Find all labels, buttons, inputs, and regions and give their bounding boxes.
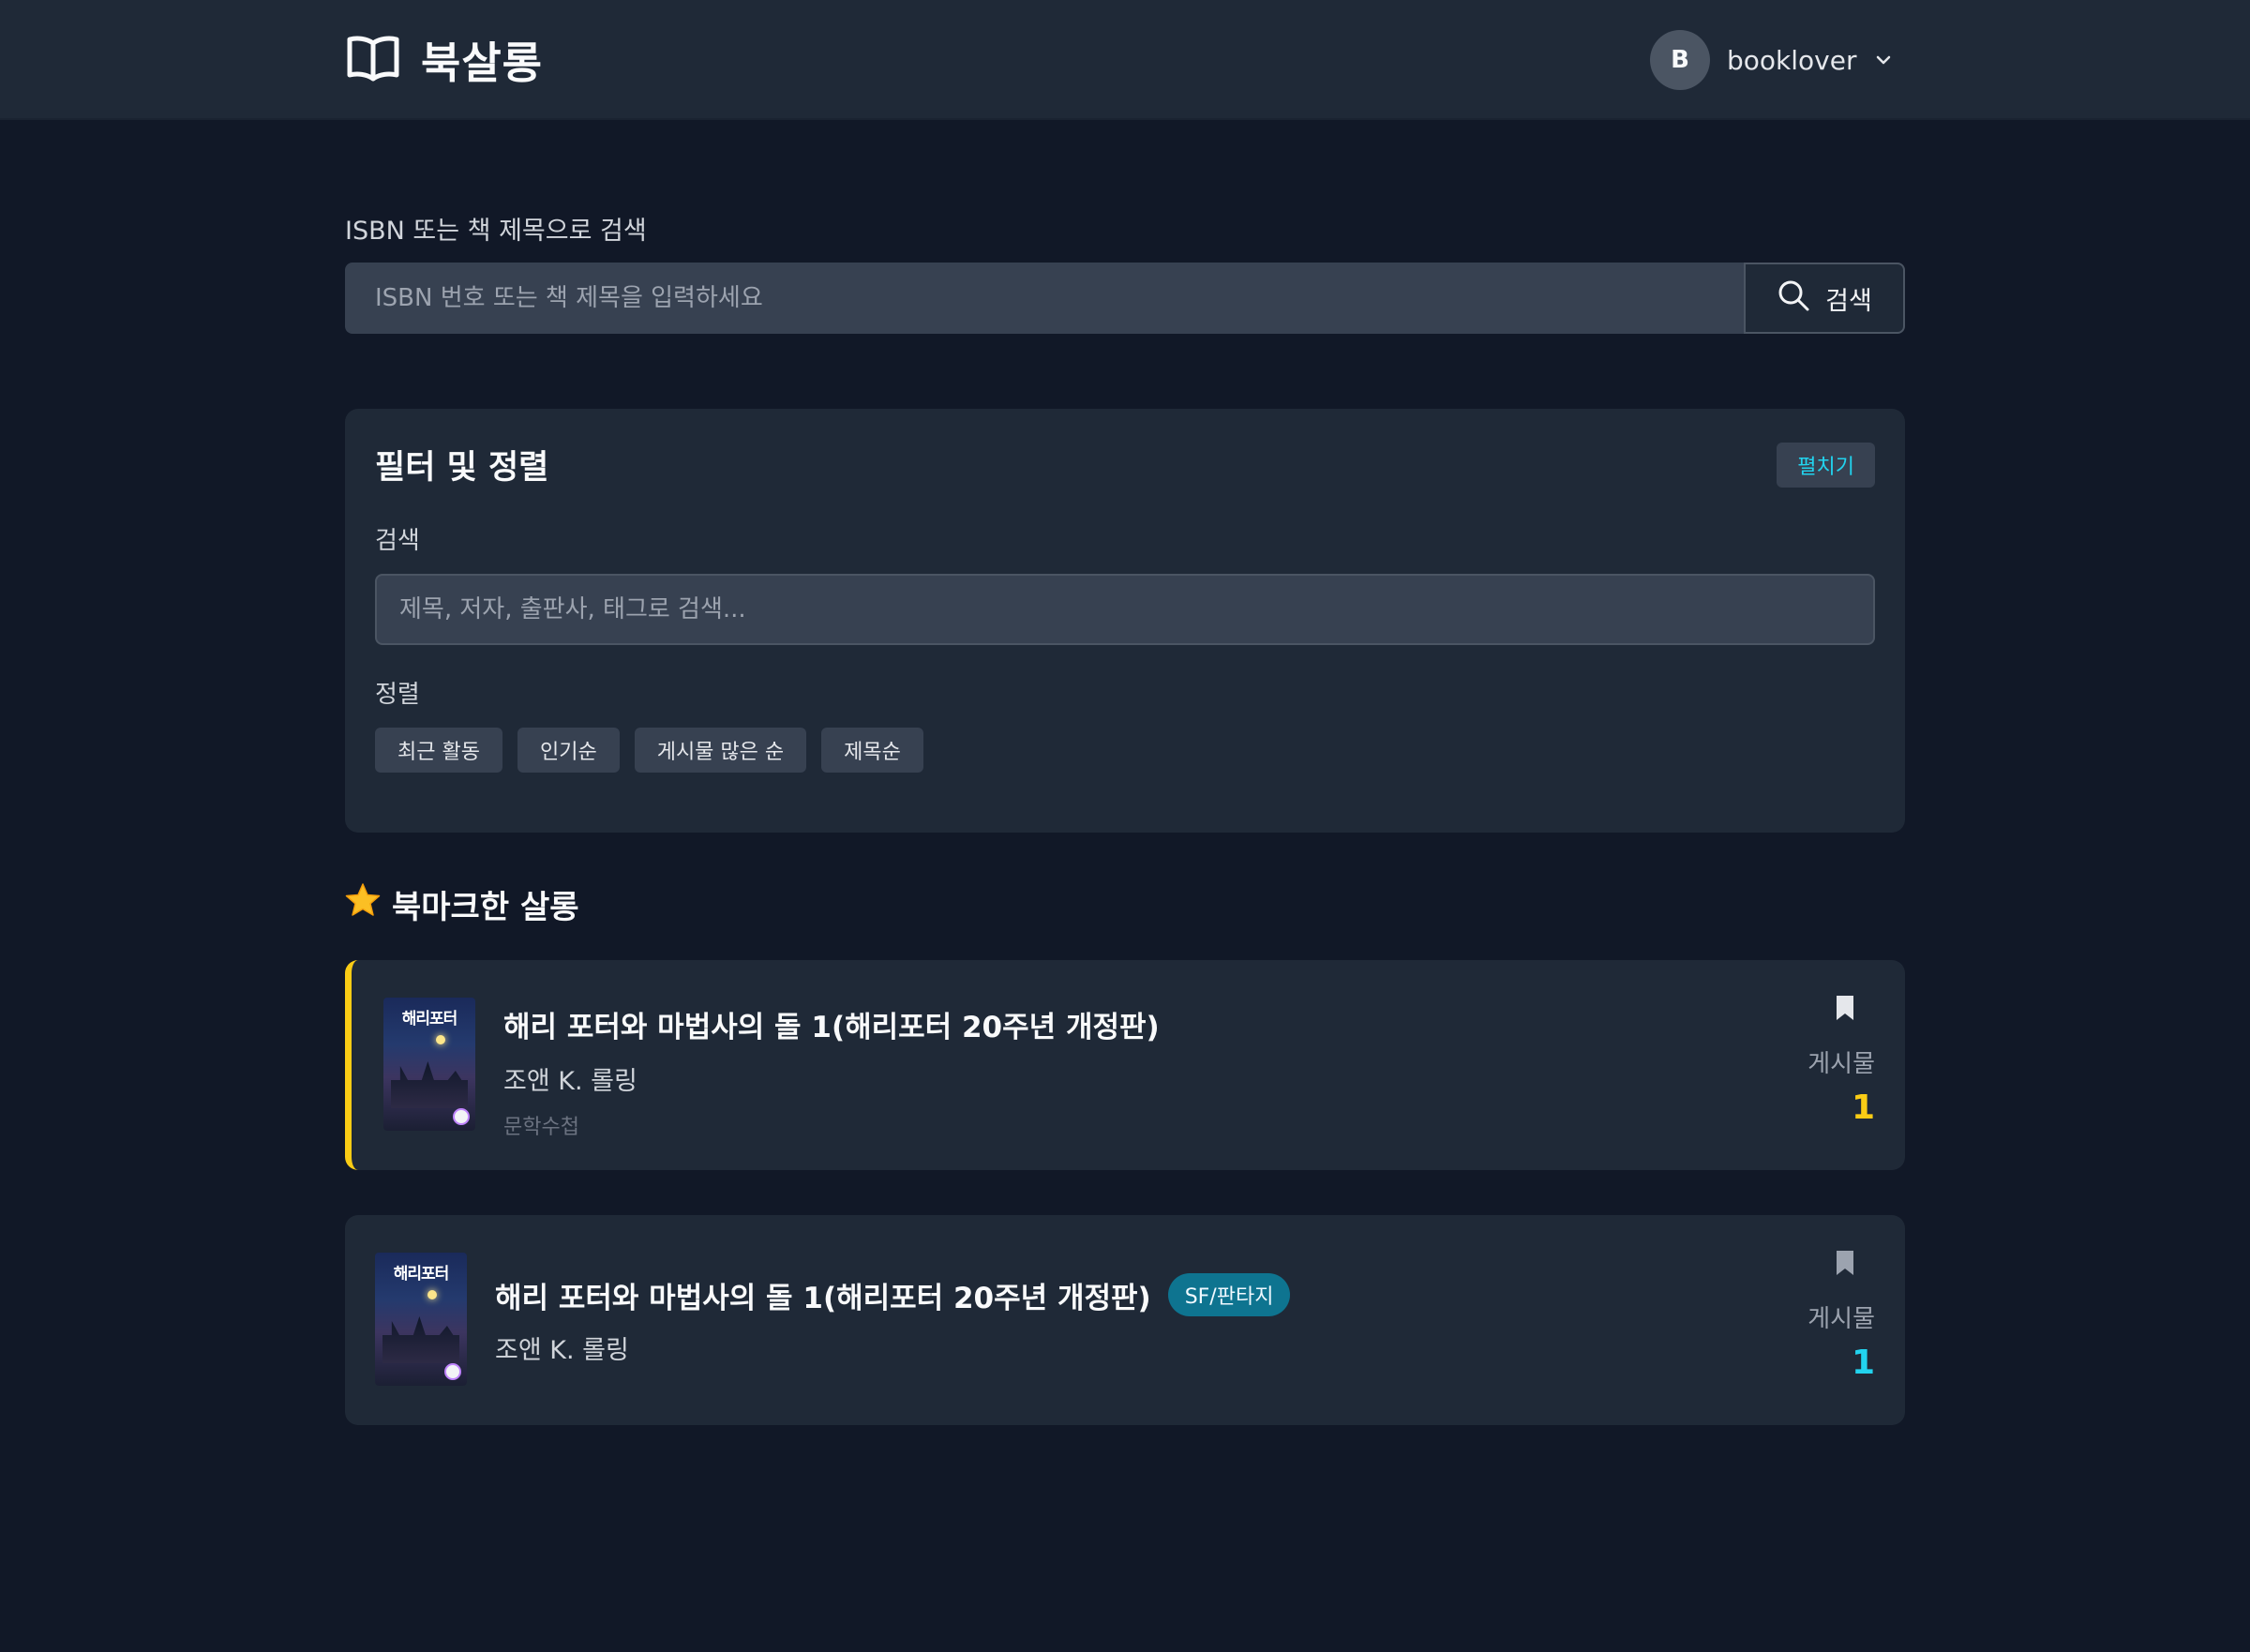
filter-panel: 필터 및 정렬 펼치기 검색 정렬 최근 활동 인기순 게시물 많은 순 제목순 [345, 409, 1905, 833]
chevron-down-icon [1873, 50, 1894, 70]
isbn-search-input[interactable] [345, 263, 1744, 334]
sort-popular[interactable]: 인기순 [517, 728, 620, 773]
filter-search-input[interactable] [375, 574, 1875, 645]
cover-castle [391, 1061, 468, 1108]
sort-most-posts[interactable]: 게시물 많은 순 [634, 728, 807, 773]
cover-castle [382, 1316, 459, 1363]
genre-badge: SF/판타지 [1167, 1273, 1291, 1316]
book-title-row: 해리 포터와 마법사의 돌 1(해리포터 20주년 개정판) SF/판타지 [495, 1273, 1291, 1316]
sort-title[interactable]: 제목순 [821, 728, 923, 773]
search-button-label: 검색 [1825, 286, 1872, 316]
username: booklover [1727, 44, 1857, 76]
app-logo[interactable]: 북살롱 [346, 28, 543, 92]
sort-label: 정렬 [375, 681, 420, 709]
book-author: 조앤 K. 롤링 [495, 1336, 629, 1365]
posts-count: 1 [1851, 1344, 1875, 1382]
bookmark-icon[interactable] [1834, 994, 1856, 1022]
top-header: 북살롱 B booklover [0, 0, 2250, 120]
posts-label: 게시물 [1808, 1305, 1875, 1333]
book-info: 해리 포터와 마법사의 돌 1(해리포터 20주년 개정판) SF/판타지 조앤… [495, 1273, 1291, 1366]
cover-title: 해리포터 [401, 1010, 458, 1029]
book-title-row: 해리 포터와 마법사의 돌 1(해리포터 20주년 개정판) [503, 1003, 1160, 1045]
user-menu[interactable]: B booklover [1650, 28, 1894, 92]
expand-button[interactable]: 펼치기 [1777, 443, 1875, 488]
bookmarked-section-title: 북마크한 살롱 [392, 889, 579, 926]
sort-options: 최근 활동 인기순 게시물 많은 순 제목순 [375, 728, 923, 773]
open-book-icon [346, 34, 400, 86]
book-title: 해리 포터와 마법사의 돌 1(해리포터 20주년 개정판) [503, 1011, 1160, 1044]
bookmark-icon[interactable] [1834, 1249, 1856, 1277]
post-stats: 게시물 1 [1808, 1249, 1875, 1382]
cover-badge [453, 1108, 470, 1125]
search-button[interactable]: 검색 [1744, 263, 1905, 334]
app-name: 북살롱 [421, 38, 543, 88]
search-icon [1777, 278, 1810, 319]
post-stats: 게시물 1 [1808, 994, 1875, 1127]
salon-card[interactable]: 해리포터 해리 포터와 마법사의 돌 1(해리포터 20주년 개정판) 조앤 K… [345, 960, 1905, 1170]
book-author: 조앤 K. 롤링 [503, 1067, 638, 1096]
isbn-search-bar: 검색 [345, 263, 1905, 334]
cover-title: 해리포터 [393, 1265, 450, 1284]
cover-moon [428, 1290, 437, 1299]
book-cover: 해리포터 [375, 1253, 467, 1386]
book-publisher: 문학수첩 [503, 1116, 579, 1139]
book-cover: 해리포터 [383, 998, 475, 1131]
star-icon [345, 882, 381, 926]
posts-count: 1 [1851, 1089, 1875, 1127]
book-info: 해리 포터와 마법사의 돌 1(해리포터 20주년 개정판) 조앤 K. 롤링 … [503, 1003, 1160, 1140]
bookmarked-section-heading: 북마크한 살롱 [345, 881, 579, 927]
sort-recent-activity[interactable]: 최근 활동 [375, 728, 502, 773]
cover-badge [444, 1363, 461, 1380]
isbn-search-label: ISBN 또는 책 제목으로 검색 [345, 217, 647, 246]
posts-label: 게시물 [1808, 1050, 1875, 1078]
avatar: B [1650, 30, 1710, 90]
book-title: 해리 포터와 마법사의 돌 1(해리포터 20주년 개정판) [495, 1281, 1151, 1315]
filter-search-label: 검색 [375, 527, 420, 555]
salon-card[interactable]: 해리포터 해리 포터와 마법사의 돌 1(해리포터 20주년 개정판) SF/판… [345, 1215, 1905, 1425]
cover-moon [436, 1035, 445, 1044]
filter-title: 필터 및 정렬 [375, 449, 549, 487]
